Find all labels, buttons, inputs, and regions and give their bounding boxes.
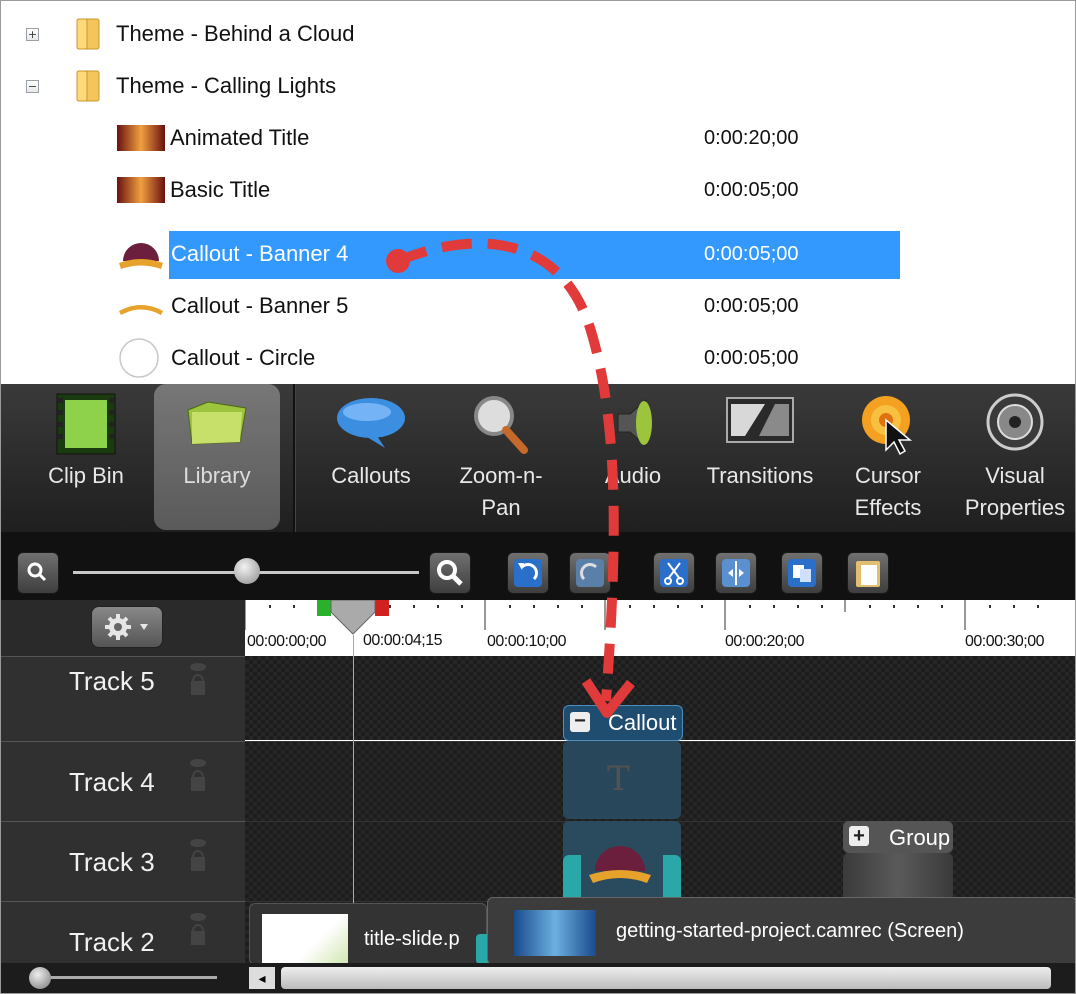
- camtasia-window: + Theme - Behind a Cloud − Theme - Calli…: [0, 0, 1076, 994]
- drag-arrow-annotation: [386, 238, 635, 718]
